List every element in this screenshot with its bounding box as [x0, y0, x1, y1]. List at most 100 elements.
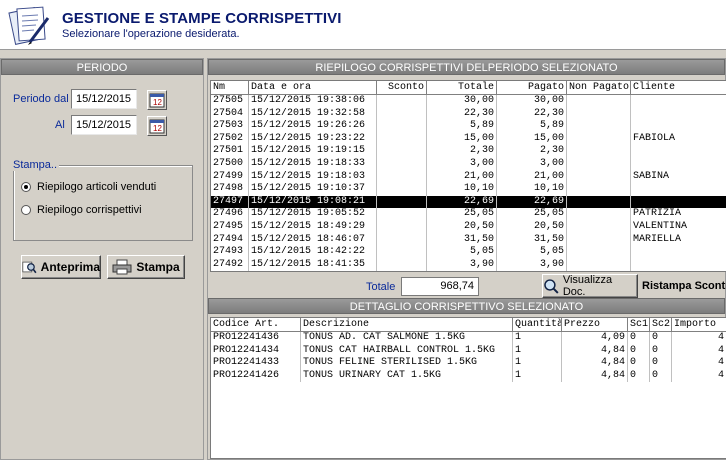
cell-codice: PRO12241426: [211, 369, 301, 383]
al-calendar-button[interactable]: 12: [147, 116, 167, 136]
totale-value: 968,74: [401, 277, 479, 296]
table-row[interactable]: 27500 15/12/2015 19:18:33 3,00 3,00: [211, 157, 726, 171]
cell-pagato: 21,00: [497, 170, 567, 184]
periodo-dal-input[interactable]: [71, 89, 137, 109]
col-sc1[interactable]: Sc1: [628, 318, 650, 331]
cell-quantita: 1: [513, 344, 562, 358]
table-row[interactable]: 27497 15/12/2015 19:08:21 22,69 22,69: [211, 195, 726, 209]
cell-prezzo: 4,84: [562, 357, 628, 370]
periodo-dal-calendar-button[interactable]: 12: [147, 90, 167, 110]
visualizza-doc-button[interactable]: Visualizza Doc.: [542, 274, 638, 298]
cell-data: 15/12/2015 19:26:26: [249, 120, 377, 133]
table-row[interactable]: 27499 15/12/2015 19:18:03 21,00 21,00 SABINA: [211, 170, 726, 184]
anteprima-label: Anteprima: [40, 260, 100, 274]
riepilogo-grid[interactable]: Nm Data e ora Sconto Totale Pagato Non P…: [210, 80, 726, 272]
cell-cliente: FABIOLA: [631, 133, 726, 146]
radio-riepilogo-corrispettivi[interactable]: Riepilogo corrispettivi: [21, 204, 142, 216]
cell-cliente: [631, 183, 726, 196]
cell-non-pagato: [567, 220, 631, 234]
cell-nm: 27498: [211, 183, 249, 196]
al-label: Al: [55, 119, 65, 131]
cell-data: 15/12/2015 19:10:37: [249, 183, 377, 196]
cell-importo: 4: [672, 345, 726, 358]
table-row[interactable]: 27496 15/12/2015 19:05:52 25,05 25,05 PATRIZ…: [211, 208, 726, 221]
radio-button-checked[interactable]: [21, 182, 31, 192]
cell-data: 15/12/2015 19:32:58: [249, 107, 377, 121]
cell-quantita: 1: [513, 357, 562, 370]
table-row[interactable]: 27505 15/12/2015 19:38:06 30,00 30,00: [211, 95, 726, 108]
cell-nm: 27499: [211, 170, 249, 184]
table-row[interactable]: 27495 15/12/2015 18:49:29 20,50 20,50 VALENT…: [211, 220, 726, 234]
cell-non-pagato: [567, 95, 631, 108]
col-importo[interactable]: Importo: [672, 318, 726, 331]
dettaglio-grid[interactable]: Codice Art. Descrizione Quantità Prezzo …: [210, 317, 726, 459]
cell-non-pagato: [567, 183, 631, 196]
radio-button[interactable]: [21, 205, 31, 215]
col-nm[interactable]: Nm: [211, 81, 249, 94]
table-row[interactable]: 27501 15/12/2015 19:19:15 2,30 2,30: [211, 145, 726, 158]
col-non-pagato[interactable]: Non Pagato: [567, 81, 631, 94]
table-row[interactable]: 27502 15/12/2015 19:23:22 15,00 15,00 FABIOL…: [211, 132, 726, 146]
cell-totale: 3,90: [427, 258, 497, 271]
anteprima-button[interactable]: Anteprima: [21, 255, 101, 279]
calendar-icon: 12: [149, 119, 165, 134]
table-row[interactable]: 27504 15/12/2015 19:32:58 22,30 22,30: [211, 107, 726, 121]
cell-data: 15/12/2015 18:41:35: [249, 258, 377, 271]
col-descrizione[interactable]: Descrizione: [301, 318, 513, 331]
cell-data: 15/12/2015 18:46:07: [249, 233, 377, 247]
table-row[interactable]: PRO12241434 TONUS CAT HAIRBALL CONTROL 1.…: [211, 344, 726, 358]
table-row[interactable]: 27503 15/12/2015 19:26:26 5,89 5,89: [211, 120, 726, 133]
cell-non-pagato: [567, 145, 631, 158]
cell-pagato: 3,00: [497, 157, 567, 171]
app-header: GESTIONE E STAMPE CORRISPETTIVI Selezion…: [0, 0, 726, 50]
cell-pagato: 20,50: [497, 220, 567, 234]
riepilogo-panel: RIEPILOGO CORRISPETTIVI DELPERIODO SELEZ…: [207, 58, 726, 460]
cell-descrizione: TONUS CAT HAIRBALL CONTROL 1.5KG: [301, 344, 513, 358]
cell-pagato: 22,69: [497, 195, 567, 209]
cell-quantita: 1: [513, 369, 562, 383]
cell-nm: 27493: [211, 246, 249, 259]
table-row[interactable]: 27492 15/12/2015 18:41:35 3,90 3,90: [211, 258, 726, 271]
col-sconto[interactable]: Sconto: [377, 81, 427, 94]
table-row[interactable]: PRO12241426 TONUS URINARY CAT 1.5KG 1 4,84 0…: [211, 369, 726, 383]
cell-cliente: [631, 196, 726, 209]
radio-riepilogo-articoli[interactable]: Riepilogo articoli venduti: [21, 181, 156, 193]
visualizza-label: Visualizza Doc.: [562, 274, 613, 298]
table-row[interactable]: PRO12241436 TONUS AD. CAT SALMONE 1.5KG 1 4…: [211, 332, 726, 345]
cell-cliente: [631, 259, 726, 271]
cell-totale: 30,00: [427, 95, 497, 108]
cell-nm: 27501: [211, 145, 249, 158]
table-row[interactable]: PRO12241433 TONUS FELINE STERILISED 1.5KG…: [211, 357, 726, 370]
col-cliente[interactable]: Cliente: [631, 81, 726, 94]
cell-non-pagato: [567, 132, 631, 146]
cell-sc1: 0: [628, 357, 650, 370]
cell-sc2: 0: [650, 344, 672, 358]
ristampa-scontrino-button[interactable]: Ristampa Scontrino: [642, 274, 726, 298]
cell-totale: 5,89: [427, 120, 497, 133]
cell-sconto: [377, 120, 427, 133]
cell-cliente: VALENTINA: [631, 221, 726, 234]
cell-non-pagato: [567, 208, 631, 221]
stampa-button[interactable]: Stampa: [107, 255, 185, 279]
cell-totale: 31,50: [427, 233, 497, 247]
cell-pagato: 15,00: [497, 132, 567, 146]
cell-sconto: [377, 195, 427, 209]
col-totale[interactable]: Totale: [427, 81, 497, 94]
cell-importo: 4: [672, 357, 726, 370]
table-row[interactable]: 27498 15/12/2015 19:10:37 10,10 10,10: [211, 183, 726, 196]
cell-nm: 27504: [211, 107, 249, 121]
col-pagato[interactable]: Pagato: [497, 81, 567, 94]
col-data-ora[interactable]: Data e ora: [249, 81, 377, 94]
col-prezzo[interactable]: Prezzo: [562, 318, 628, 331]
cell-prezzo: 4,09: [562, 332, 628, 345]
cell-descrizione: TONUS FELINE STERILISED 1.5KG: [301, 357, 513, 370]
cell-descrizione: TONUS URINARY CAT 1.5KG: [301, 369, 513, 383]
riepilogo-grid-body: 27505 15/12/2015 19:38:06 30,00 30,00 27504 1…: [211, 95, 726, 271]
table-row[interactable]: 27493 15/12/2015 18:42:22 5,05 5,05: [211, 246, 726, 259]
col-sc2[interactable]: Sc2: [650, 318, 672, 331]
col-quantita[interactable]: Quantità: [513, 318, 562, 331]
table-row[interactable]: 27494 15/12/2015 18:46:07 31,50 31,50 MARIEL…: [211, 233, 726, 247]
cell-codice: PRO12241433: [211, 357, 301, 370]
al-input[interactable]: [71, 115, 137, 135]
col-codice-art[interactable]: Codice Art.: [211, 318, 301, 331]
